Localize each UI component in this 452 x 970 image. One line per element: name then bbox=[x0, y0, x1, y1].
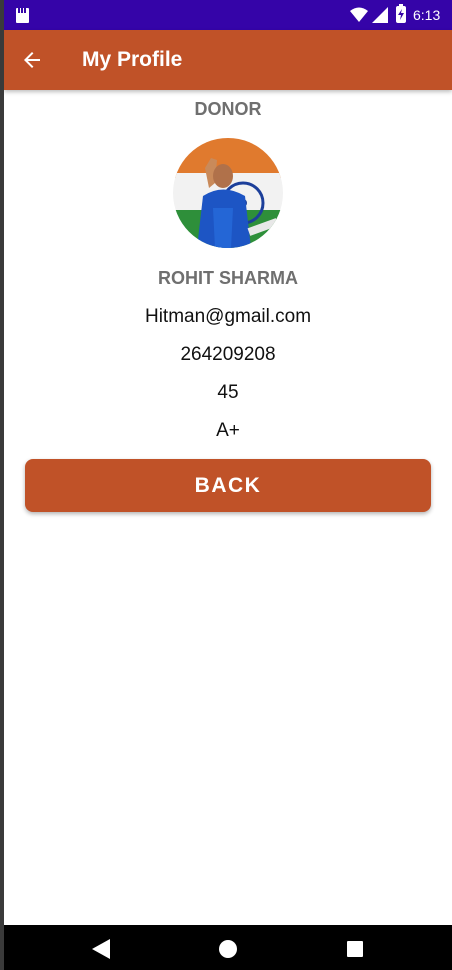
donor-age: 45 bbox=[217, 382, 239, 403]
back-button[interactable]: BACK bbox=[25, 459, 431, 512]
wifi-icon bbox=[350, 7, 368, 22]
donor-blood-group: A+ bbox=[216, 420, 240, 441]
nav-recents-icon[interactable] bbox=[347, 941, 363, 957]
app-toolbar: My Profile bbox=[4, 30, 452, 90]
avatar bbox=[173, 138, 283, 248]
battery-charging-icon bbox=[396, 4, 406, 23]
profile-screen: 6:13 My Profile DONOR ROHIT SHARMA Hitma… bbox=[4, 0, 452, 970]
arrow-left-icon[interactable] bbox=[20, 48, 44, 72]
donor-phone: 264209208 bbox=[180, 344, 276, 365]
sd-card-icon bbox=[16, 8, 29, 23]
donor-email: Hitman@gmail.com bbox=[144, 306, 312, 327]
system-nav-bar bbox=[4, 925, 452, 970]
donor-name: ROHIT SHARMA bbox=[158, 268, 298, 288]
nav-back-icon[interactable] bbox=[92, 939, 110, 959]
page-title: My Profile bbox=[82, 48, 183, 71]
status-bar: 6:13 bbox=[4, 0, 452, 30]
role-label: DONOR bbox=[194, 99, 262, 119]
status-time: 6:13 bbox=[413, 7, 441, 23]
signal-icon bbox=[372, 7, 388, 23]
nav-home-icon[interactable] bbox=[219, 940, 237, 958]
